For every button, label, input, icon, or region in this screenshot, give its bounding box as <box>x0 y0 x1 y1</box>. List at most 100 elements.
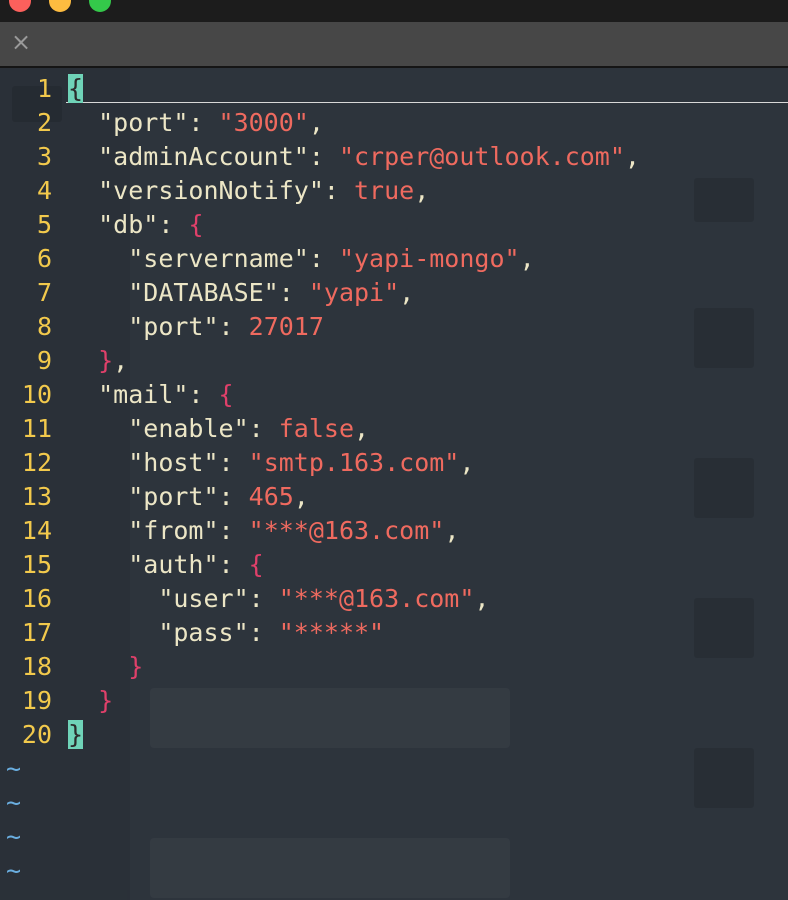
line-number: 14 <box>21 516 52 545</box>
code-token: "***@163.com" <box>248 516 445 545</box>
code-text: { <box>68 72 84 106</box>
code-token: : <box>218 550 249 579</box>
code-line[interactable]: 12 "host": "smtp.163.com", <box>0 446 640 480</box>
code-text: } <box>68 684 113 718</box>
code-text: "pass": "*****" <box>68 616 384 650</box>
code-text: } <box>68 718 84 752</box>
line-number: 3 <box>36 142 52 171</box>
line-number: 9 <box>36 346 52 375</box>
code-line[interactable]: 16 "user": "***@163.com", <box>0 582 640 616</box>
code-token: } <box>128 652 144 681</box>
code-line[interactable]: 7 "DATABASE": "yapi", <box>0 276 640 310</box>
code-token: "***@163.com" <box>278 584 475 613</box>
code-line[interactable]: 15 "auth": { <box>0 548 640 582</box>
code-line[interactable]: 6 "servername": "yapi-mongo", <box>0 242 640 276</box>
code-text: "port": 27017 <box>68 310 324 344</box>
code-token: , <box>519 244 535 273</box>
line-number: 20 <box>21 720 52 749</box>
code-text: "enable": false, <box>68 412 369 446</box>
code-text: "port": 465, <box>68 480 309 514</box>
code-token: { <box>218 380 234 409</box>
code-token: "db" <box>98 210 159 239</box>
code-line[interactable]: 18 } <box>0 650 640 684</box>
line-number: 18 <box>21 652 52 681</box>
empty-line-tilde: ~ <box>6 788 22 817</box>
code-token: , <box>459 448 475 477</box>
empty-line-tilde: ~ <box>6 754 22 783</box>
line-number: 10 <box>21 380 52 409</box>
code-token: , <box>474 584 490 613</box>
code-line[interactable]: 13 "port": 465, <box>0 480 640 514</box>
background-overlay <box>694 748 754 808</box>
code-text: "from": "***@163.com", <box>68 514 459 548</box>
code-token: "versionNotify" <box>98 176 324 205</box>
minimize-window-button[interactable] <box>49 0 71 12</box>
code-line[interactable]: 2 "port": "3000", <box>0 106 640 140</box>
code-line[interactable]: 17 "pass": "*****" <box>0 616 640 650</box>
code-token: : <box>248 618 279 647</box>
code-token: : <box>308 244 339 273</box>
code-token: { <box>248 550 264 579</box>
line-number: 2 <box>36 108 52 137</box>
code-line[interactable]: 14 "from": "***@163.com", <box>0 514 640 548</box>
line-number: 13 <box>21 482 52 511</box>
code-line[interactable]: 9 }, <box>0 344 640 378</box>
code-token: 465 <box>248 482 294 511</box>
code-token: } <box>98 346 114 375</box>
code-token: : <box>248 414 279 443</box>
zoom-window-button[interactable] <box>89 0 111 12</box>
code-token: , <box>113 346 129 375</box>
close-icon[interactable]: × <box>10 30 32 54</box>
line-number: 7 <box>36 278 52 307</box>
code-token: : <box>218 516 249 545</box>
code-token: , <box>293 482 309 511</box>
code-text: }, <box>68 344 128 378</box>
code-text: } <box>68 650 143 684</box>
code-line[interactable]: 8 "port": 27017 <box>0 310 640 344</box>
code-token: "adminAccount" <box>98 142 309 171</box>
line-number: 19 <box>21 686 52 715</box>
code-text: "DATABASE": "yapi", <box>68 276 414 310</box>
code-token: , <box>399 278 415 307</box>
code-token: , <box>444 516 460 545</box>
code-token: "enable" <box>128 414 249 443</box>
line-number: 8 <box>36 312 52 341</box>
code-line[interactable]: 1{ <box>0 72 640 106</box>
code-line[interactable]: 19 } <box>0 684 640 718</box>
line-number: 17 <box>21 618 52 647</box>
code-token: "servername" <box>128 244 309 273</box>
code-line[interactable]: 4 "versionNotify": true, <box>0 174 640 208</box>
code-token: "smtp.163.com" <box>248 448 460 477</box>
code-token: : <box>278 278 309 307</box>
code-text: "servername": "yapi-mongo", <box>68 242 535 276</box>
background-overlay <box>694 458 754 518</box>
code-line[interactable]: 5 "db": { <box>0 208 640 242</box>
vim-editor[interactable]: 1{2 "port": "3000", 3 "adminAccount": "cr… <box>0 68 788 900</box>
code-line[interactable]: 20} <box>0 718 640 752</box>
code-token: "user" <box>158 584 249 613</box>
code-text: "auth": { <box>68 548 264 582</box>
code-token: : <box>323 176 354 205</box>
close-window-button[interactable] <box>9 0 31 12</box>
code-token: { <box>188 210 204 239</box>
code-line[interactable]: 11 "enable": false, <box>0 412 640 446</box>
code-token: "yapi" <box>308 278 400 307</box>
code-line[interactable]: 10 "mail": { <box>0 378 640 412</box>
code-token: : <box>158 210 189 239</box>
line-number: 15 <box>21 550 52 579</box>
background-overlay <box>694 308 754 368</box>
code-line[interactable]: 3 "adminAccount": "crper@outlook.com", <box>0 140 640 174</box>
line-number: 16 <box>21 584 52 613</box>
